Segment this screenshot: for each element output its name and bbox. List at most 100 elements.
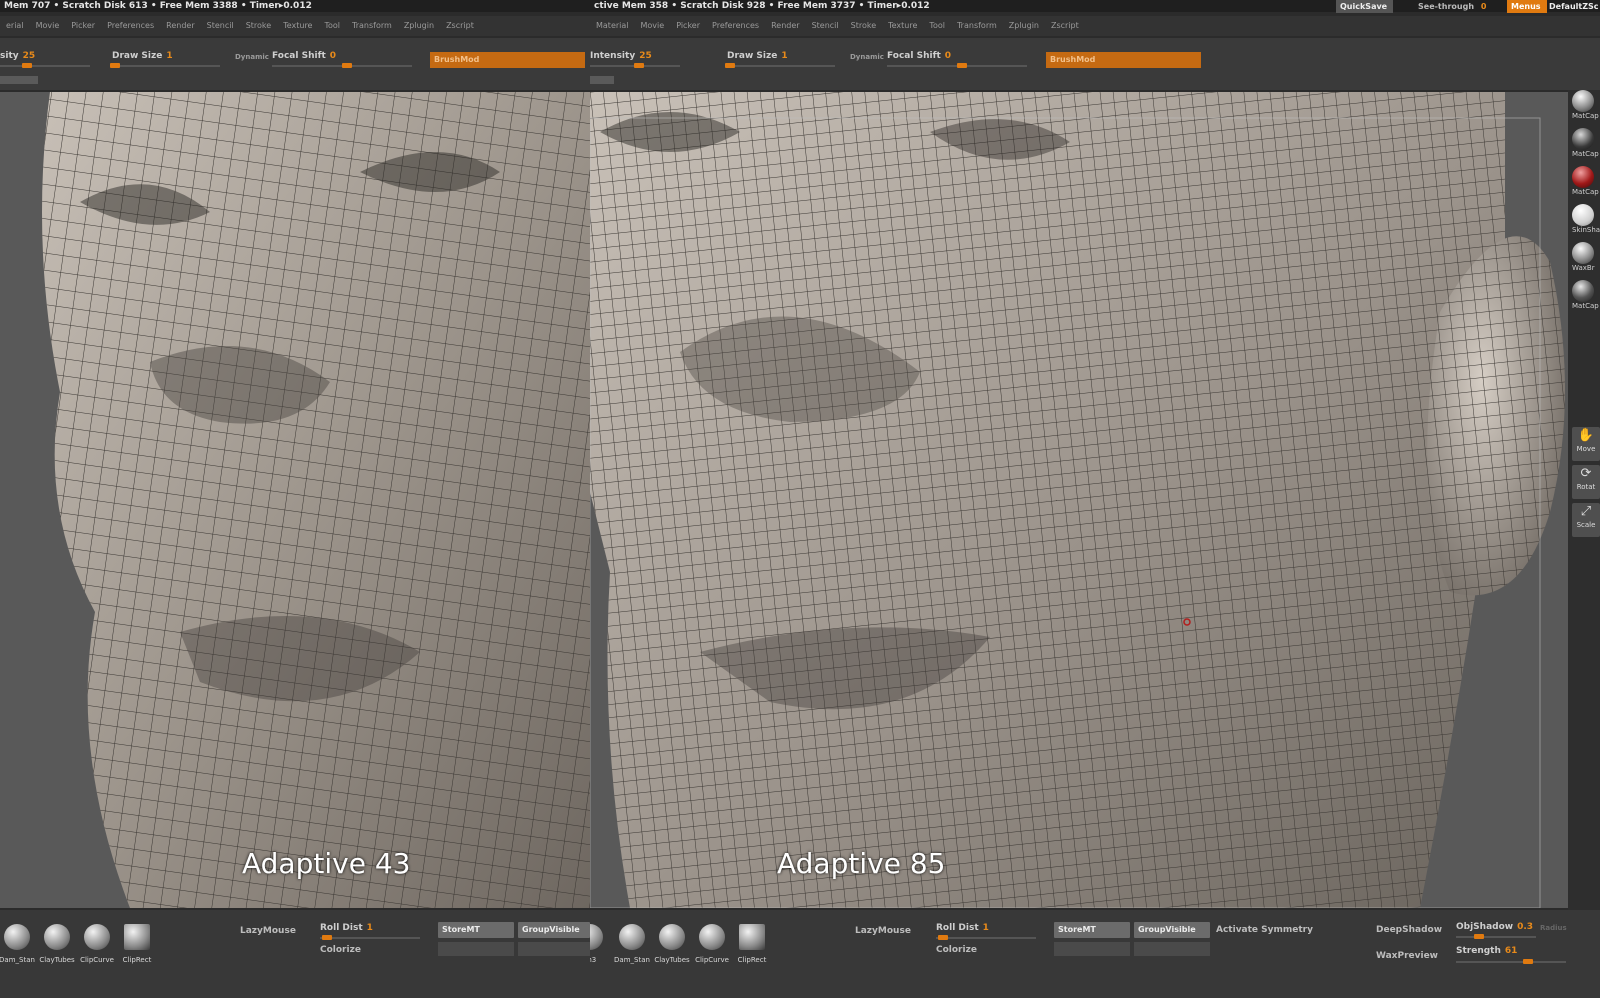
roll-dist-slider[interactable]: [936, 935, 1036, 940]
menu-bar: erial Movie Picker Preferences Render Stencil…: [0, 16, 590, 36]
status-text: Mem 707 • Scratch Disk 613 • Free Mem 33…: [4, 1, 312, 11]
waxpreview-button[interactable]: WaxPreview: [1376, 951, 1438, 961]
brush-cliprect[interactable]: ClipRect: [117, 924, 157, 964]
groupvisible-button[interactable]: GroupVisible: [1134, 922, 1210, 938]
quicksave-button[interactable]: QuickSave: [1336, 0, 1394, 13]
roll-dist-slider-label[interactable]: Roll Dist 1: [320, 923, 373, 933]
brush-claytubes[interactable]: ClayTubes: [37, 924, 77, 964]
menu-stencil[interactable]: Stencil: [201, 16, 240, 36]
menu-movie[interactable]: Movie: [30, 16, 66, 36]
top-shelf: Intensity 25 Draw Size 1 Dynamic Focal Shi…: [590, 38, 1600, 90]
focal-shift-slider[interactable]: [272, 63, 412, 68]
menu-picker[interactable]: Picker: [670, 16, 706, 36]
menu-render[interactable]: Render: [765, 16, 805, 36]
menu-texture[interactable]: Texture: [882, 16, 923, 36]
intensity-slider[interactable]: [0, 63, 90, 68]
colorize-button[interactable]: Colorize: [936, 945, 977, 955]
menu-texture[interactable]: Texture: [277, 16, 318, 36]
menu-zplugin[interactable]: Zplugin: [398, 16, 440, 36]
brush-clipcurve[interactable]: ClipCurve: [77, 924, 117, 964]
roll-dist-slider[interactable]: [320, 935, 420, 940]
menu-picker[interactable]: Picker: [65, 16, 101, 36]
activate-symmetry-button[interactable]: Activate Symmetry: [1216, 925, 1313, 935]
material-matcap-red[interactable]: MatCap: [1572, 166, 1599, 196]
menu-movie[interactable]: Movie: [635, 16, 671, 36]
material-sphere-icon: [1572, 128, 1594, 150]
draw-size-slider[interactable]: [110, 63, 220, 68]
brush-claytubes[interactable]: ClayTubes: [652, 924, 692, 964]
intensity-slider[interactable]: [590, 63, 680, 68]
intensity-slider-label[interactable]: Intensity 25: [590, 51, 652, 61]
scale-button[interactable]: ⤢ Scale: [1572, 503, 1600, 537]
status-bar: Mem 707 • Scratch Disk 613 • Free Mem 33…: [0, 0, 590, 12]
dynamic-toggle[interactable]: Dynamic: [850, 53, 884, 61]
right-zbrush-window: ctive Mem 358 • Scratch Disk 928 • Free …: [590, 0, 1600, 998]
menu-zscript[interactable]: Zscript: [440, 16, 480, 36]
menu-tool[interactable]: Tool: [318, 16, 346, 36]
menu-transform[interactable]: Transform: [951, 16, 1003, 36]
draw-size-slider-label[interactable]: Draw Size 1: [727, 51, 788, 61]
brush-dam-standard[interactable]: Dam_Stan: [0, 924, 37, 964]
brushmod-slider[interactable]: BrushMod: [1046, 52, 1201, 68]
colorize-button[interactable]: Colorize: [320, 945, 361, 955]
lazymouse-button[interactable]: LazyMouse: [855, 926, 911, 936]
focal-shift-slider-label[interactable]: Focal Shift 0: [272, 51, 336, 61]
menu-tool[interactable]: Tool: [923, 16, 951, 36]
deepshadow-button[interactable]: DeepShadow: [1376, 925, 1442, 935]
storemt-button[interactable]: StoreMT: [438, 922, 514, 938]
left-zbrush-window: Mem 707 • Scratch Disk 613 • Free Mem 33…: [0, 0, 590, 998]
brush-partial[interactable]: sh3: [590, 924, 610, 964]
lazymouse-button[interactable]: LazyMouse: [240, 926, 296, 936]
mesh-render-right: [590, 92, 1565, 908]
focal-shift-slider[interactable]: [887, 63, 1027, 68]
roll-dist-slider-label[interactable]: Roll Dist 1: [936, 923, 989, 933]
menu-stroke[interactable]: Stroke: [845, 16, 883, 36]
brush-icon: [44, 924, 70, 950]
intensity-slider-label[interactable]: sity 25: [0, 51, 35, 61]
adaptive-caption: Adaptive 43: [242, 847, 411, 880]
menu-stroke[interactable]: Stroke: [240, 16, 278, 36]
material-panel: MatCap MatCap MatCap SkinSha WaxBr MatCa…: [1568, 90, 1600, 910]
brushmod-slider[interactable]: BrushMod: [430, 52, 585, 68]
material-skinshade[interactable]: SkinSha: [1572, 204, 1600, 234]
rotate-button[interactable]: ⟳ Rotat: [1572, 465, 1600, 499]
viewport-canvas[interactable]: Adaptive 43: [0, 92, 590, 908]
menu-material[interactable]: Material: [590, 16, 635, 36]
menu-preferences[interactable]: Preferences: [706, 16, 765, 36]
brush-icon: [84, 924, 110, 950]
strength-slider-label[interactable]: Strength 61: [1456, 946, 1517, 956]
storemt-button[interactable]: StoreMT: [1054, 922, 1130, 938]
material-waxbrush[interactable]: WaxBr: [1572, 242, 1596, 272]
focal-shift-slider-label[interactable]: Focal Shift 0: [887, 51, 951, 61]
groupvisible-button[interactable]: GroupVisible: [518, 922, 590, 938]
material-matcap-3[interactable]: MatCap: [1572, 280, 1599, 310]
default-zscript-button[interactable]: DefaultZSc: [1545, 0, 1600, 13]
radius-slider-label[interactable]: Radius: [1540, 924, 1567, 932]
objshadow-slider-label[interactable]: ObjShadow 0.3: [1456, 922, 1533, 932]
menu-stencil[interactable]: Stencil: [806, 16, 845, 36]
see-through-slider[interactable]: See-through 0: [1410, 0, 1492, 13]
menus-button[interactable]: Menus: [1507, 0, 1547, 13]
brush-cliprect[interactable]: ClipRect: [732, 924, 772, 964]
draw-size-slider-label[interactable]: Draw Size 1: [112, 51, 173, 61]
material-sphere-icon: [1572, 204, 1594, 226]
menu-zplugin[interactable]: Zplugin: [1003, 16, 1045, 36]
menu-preferences[interactable]: Preferences: [101, 16, 160, 36]
material-matcap-2[interactable]: MatCap: [1572, 128, 1599, 158]
brush-icon: [124, 924, 150, 950]
material-matcap-1[interactable]: MatCap: [1572, 90, 1599, 120]
menu-material[interactable]: erial: [0, 16, 30, 36]
brush-clipcurve[interactable]: ClipCurve: [692, 924, 732, 964]
viewport-canvas[interactable]: Adaptive 85: [590, 92, 1568, 908]
draw-size-slider[interactable]: [725, 63, 835, 68]
menu-zscript[interactable]: Zscript: [1045, 16, 1085, 36]
strength-slider[interactable]: [1456, 959, 1566, 964]
objshadow-slider[interactable]: [1456, 934, 1536, 939]
menu-render[interactable]: Render: [160, 16, 200, 36]
menu-transform[interactable]: Transform: [346, 16, 398, 36]
scroll-indicator: [0, 76, 38, 84]
brush-dam-standard[interactable]: Dam_Stan: [612, 924, 652, 964]
move-button[interactable]: ✋ Move: [1572, 427, 1600, 461]
dynamic-toggle[interactable]: Dynamic: [235, 53, 269, 61]
disabled-button: [518, 942, 590, 956]
